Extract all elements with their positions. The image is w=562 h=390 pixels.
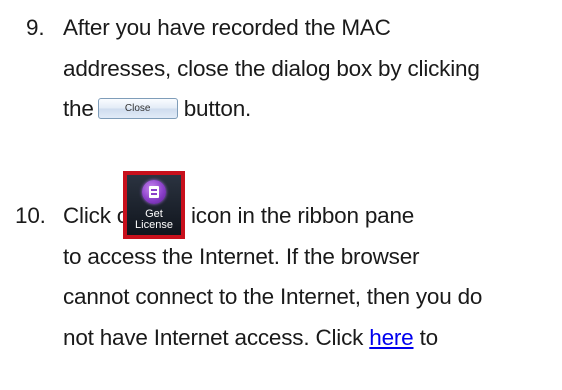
license-circle-icon <box>142 180 166 204</box>
step-10-line-1-end: icon in the ribbon pane <box>191 203 415 228</box>
get-license-icon[interactable]: Get License <box>123 171 185 239</box>
get-license-icon-face: Get License <box>127 175 181 235</box>
step-10-line-3: cannot connect to the Internet, then you… <box>63 284 483 309</box>
step-10-line-2: to access the Internet. If the browser <box>63 244 420 269</box>
here-link[interactable]: here <box>369 325 413 350</box>
document-glyph-icon <box>149 186 159 198</box>
step-9-line-3-start: the <box>63 96 94 121</box>
close-button[interactable]: Close <box>97 97 178 119</box>
step-10-number: 10. <box>15 203 46 228</box>
step-9-line-3-end: button. <box>183 96 252 121</box>
get-license-label-line-2: License <box>135 219 173 231</box>
step-10-line-4-end: to <box>419 325 439 350</box>
step-9-line-1: After you have recorded the MAC <box>63 15 391 40</box>
step-9-line-3: the Close button. <box>63 95 251 123</box>
instruction-document: 9. After you have recorded the MAC addre… <box>0 0 562 390</box>
step-9-number: 9. <box>26 15 45 40</box>
step-10-line-4-start: not have Internet access. Click <box>63 325 364 350</box>
step-10-line-4: not have Internet access. Click here to <box>63 324 438 352</box>
step-9-line-2: addresses, close the dialog box by click… <box>63 56 480 81</box>
